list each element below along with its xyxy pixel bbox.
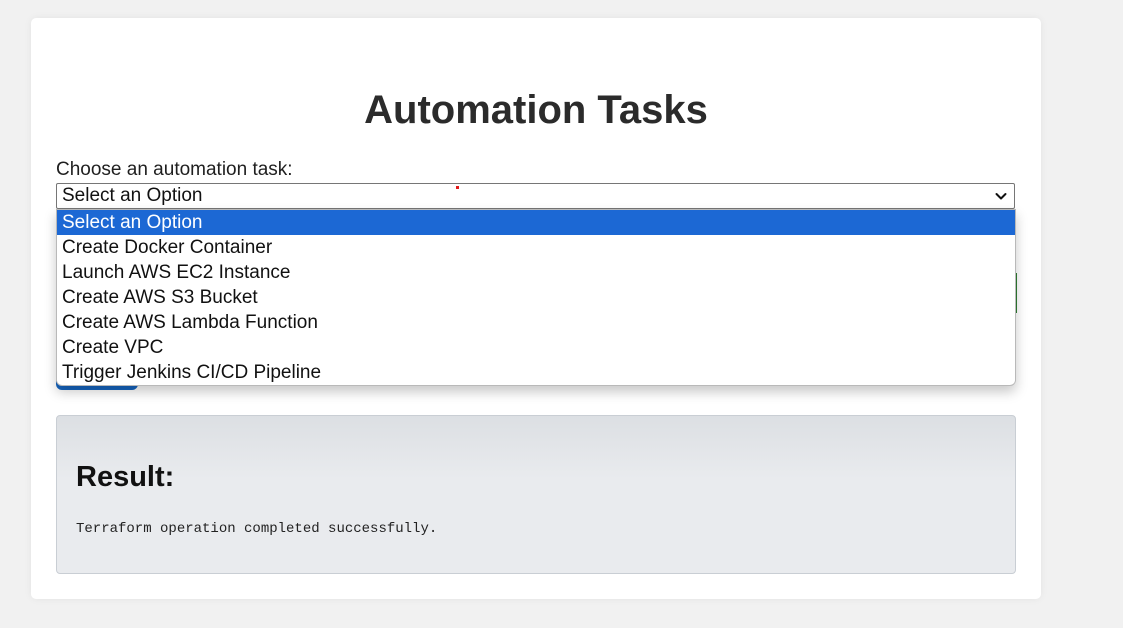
result-message: Terraform operation completed successful… <box>76 521 438 537</box>
dropdown-option-vpc[interactable]: Create VPC <box>57 335 1015 360</box>
red-marker <box>456 186 459 189</box>
task-select[interactable]: Select an Option <box>56 183 1015 209</box>
dropdown-option-s3-bucket[interactable]: Create AWS S3 Bucket <box>57 285 1015 310</box>
chevron-down-icon <box>995 193 1007 200</box>
result-heading: Result: <box>76 461 175 493</box>
automation-card: Automation Tasks Choose an automation ta… <box>31 18 1041 599</box>
dropdown-option-ec2-instance[interactable]: Launch AWS EC2 Instance <box>57 260 1015 285</box>
dropdown-option-jenkins-pipeline[interactable]: Trigger Jenkins CI/CD Pipeline <box>57 360 1015 385</box>
dropdown-option-lambda-function[interactable]: Create AWS Lambda Function <box>57 310 1015 335</box>
page-title: Automation Tasks <box>364 88 708 132</box>
result-panel: Result: Terraform operation completed su… <box>56 415 1016 574</box>
task-select-value: Select an Option <box>62 185 203 206</box>
dropdown-option-docker-container[interactable]: Create Docker Container <box>57 235 1015 260</box>
dropdown-option-select-an-option[interactable]: Select an Option <box>57 210 1015 235</box>
task-select-label: Choose an automation task: <box>56 159 293 180</box>
task-dropdown-list[interactable]: Select an Option Create Docker Container… <box>56 209 1016 386</box>
